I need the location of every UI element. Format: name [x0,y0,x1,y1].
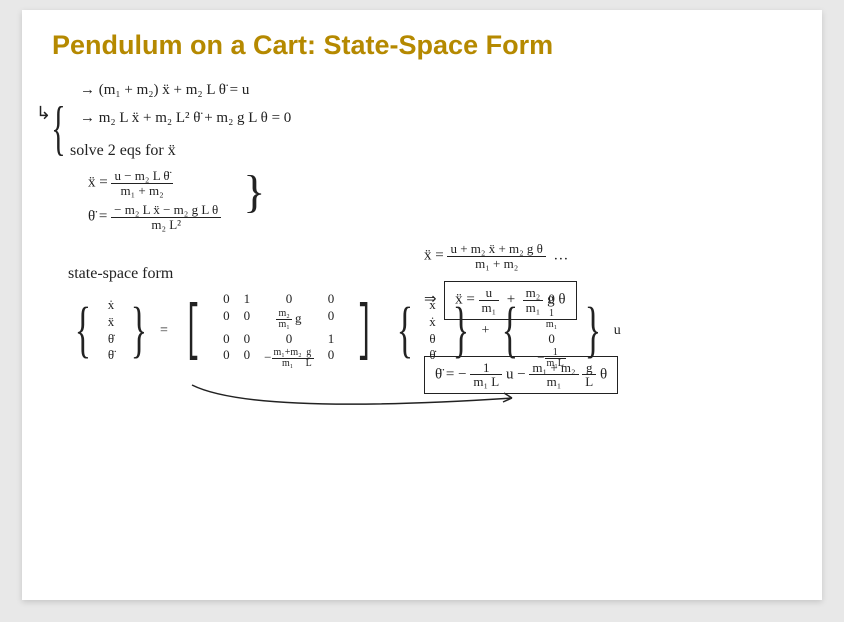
bt-tail: θ [600,366,607,382]
a11: 0 [223,292,230,307]
xdd-sub-num: u + m₂ ẍ + m₂ g θ [447,242,545,257]
sv1: ẍ [108,315,115,330]
a24: 0 [328,309,335,330]
bt-n2: m₁ + m₂ [529,361,578,376]
derivation-body: ↳ { → (m₁ + m₂) ẍ + m₂ L θ̈ = u → m₂ L ẍ… [52,79,792,371]
xdd-num: u − m₂ L θ̈ [111,169,172,184]
xdd-sub-lhs: ẍ = [424,248,444,264]
rbracket-A-icon: ] [357,303,374,359]
system-eq-2: → m₂ L ẍ + m₂ L² θ̈ + m₂ g L θ = 0 [80,107,792,130]
a13: 0 [264,292,314,307]
lbrace-x-icon: { [396,303,412,359]
a33: 0 [264,332,314,347]
grouping-brace: } [243,169,265,212]
xdd-lhs: ẍ = [88,175,108,191]
sv2: θ̇ [108,332,114,347]
system-eq-1: → (m₁ + m₂) ẍ + m₂ L θ̈ = u [80,79,792,102]
tdd-den: m₂ L² [111,218,221,232]
bx-d2: m₁ [523,301,544,315]
bx-n2: m₂ [523,286,544,301]
solve-instruction: solve 2 eqs for ẍ [70,139,792,163]
bx-tail: g θ [547,292,565,308]
state-derivative-vector: ẋ ẍ θ̇ θ̈ [104,296,119,366]
bx-n1: u [479,286,500,301]
bx-d1: m₁ [479,301,500,315]
a14: 0 [328,292,335,307]
A-matrix: 0100 00 m₂m₁ g 0 0001 00 −m₁+m₂m₁gL 0 [217,290,340,372]
a41: 0 [223,348,230,369]
a12: 1 [244,292,251,307]
system-brace: { [51,110,65,146]
a43: −m₁+m₂m₁gL [264,348,314,369]
xdd-sub-frac: u + m₂ ẍ + m₂ g θ m₁ + m₂ [447,242,545,270]
a22: 0 [244,309,251,330]
rbrace-icon: } [131,303,147,359]
equals-sign: = [160,320,168,341]
xdd-sub-den: m₁ + m₂ [447,257,545,271]
bt-d2: m₁ [529,375,578,389]
bt-n1: 1 [470,361,502,376]
a23: m₂m₁ g [264,309,314,330]
tdd-lhs: θ̈ = [88,209,107,225]
result-xdd: ⇒ ẍ = um₁ + m₂m₁ g θ [424,278,784,322]
ellipsis: … [553,248,568,264]
system-brace-tail: ↳ [36,100,51,127]
xdd-frac: u − m₂ L θ̈ m₁ + m₂ [111,169,172,197]
xdd-den: m₁ + m₂ [111,184,172,198]
page-title: Pendulum on a Cart: State-Space Form [52,30,792,61]
derivation-arrow-icon [172,380,522,420]
lbrace-B-icon: { [502,303,518,359]
lbracket-A-icon: [ [184,303,201,359]
a21: 0 [223,309,230,330]
xdd-substituted: ẍ = u + m₂ ẍ + m₂ g θ m₁ + m₂ … [424,242,784,270]
lbrace-icon: { [75,303,91,359]
sv0: ẋ [108,298,115,313]
bt-d3: L [582,375,596,389]
a44: 0 [328,348,335,369]
slide-page: Pendulum on a Cart: State-Space Form ↳ {… [22,10,822,600]
a34: 1 [328,332,335,347]
xdd-intermediate: ẍ = u − m₂ L θ̈ m₁ + m₂ [88,169,221,197]
a31: 0 [223,332,230,347]
tdd-intermediate: θ̈ = − m₂ L ẍ − m₂ g L θ m₂ L² [88,203,221,231]
sv3: θ̈ [108,348,114,363]
implies-icon: ⇒ [424,292,437,308]
tdd-num: − m₂ L ẍ − m₂ g L θ [111,203,221,218]
rbrace-B-icon: } [585,303,601,359]
rbrace-x-icon: } [452,303,468,359]
intermediate-equations: ẍ = u − m₂ L θ̈ m₁ + m₂ θ̈ = − m₂ L ẍ − … [88,169,792,232]
a42: 0 [244,348,251,369]
tdd-frac: − m₂ L ẍ − m₂ g L θ m₂ L² [111,203,221,231]
a32: 0 [244,332,251,347]
left-column: ẍ = u − m₂ L θ̈ m₁ + m₂ θ̈ = − m₂ L ẍ − … [88,169,221,232]
